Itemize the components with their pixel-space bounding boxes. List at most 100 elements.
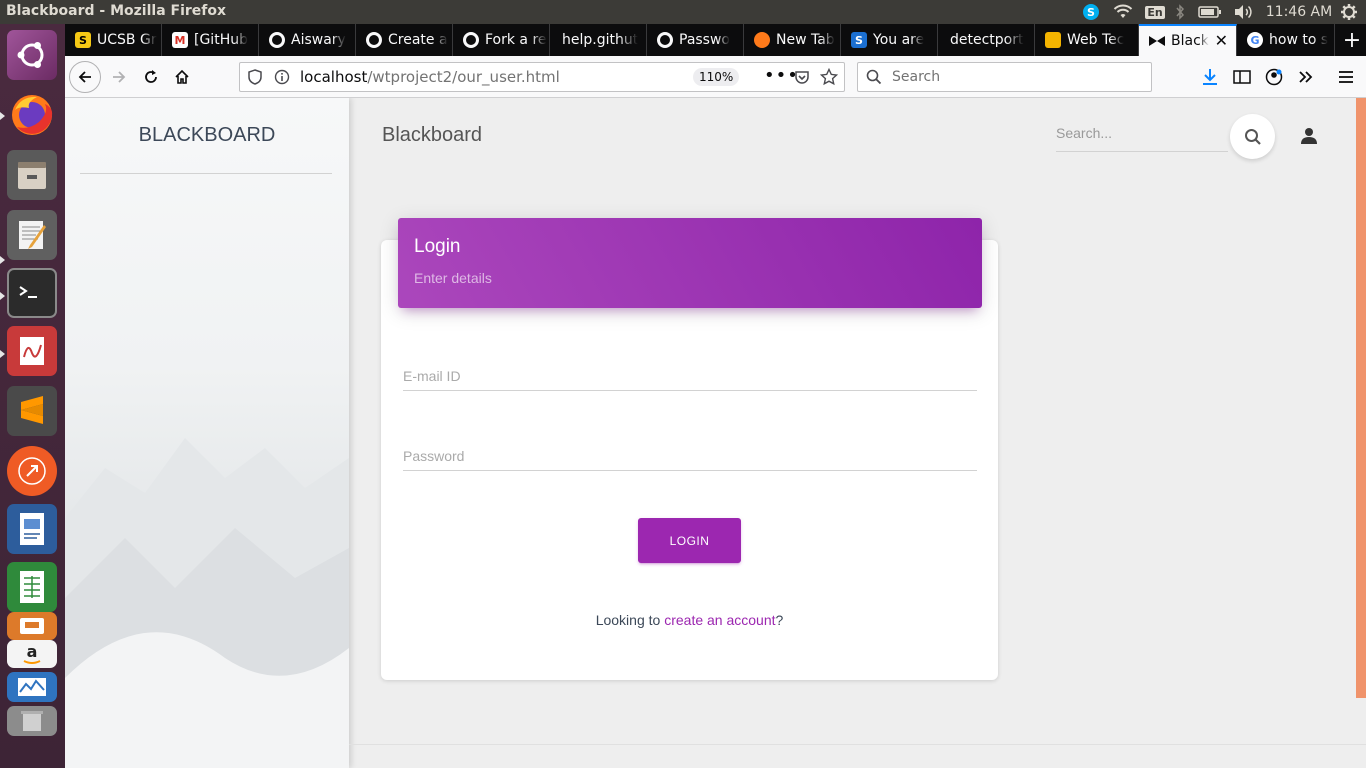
slides-icon	[1045, 32, 1061, 48]
back-button[interactable]	[69, 61, 101, 93]
sidebar-divider	[80, 173, 332, 174]
sidebar-brand[interactable]: BLACKBOARD	[65, 124, 349, 147]
tab[interactable]: S UCSB Gr	[65, 24, 162, 56]
sidebar: BLACKBOARD	[65, 98, 349, 768]
navbar-title[interactable]: Blackboard	[382, 124, 482, 147]
search-icon	[1244, 128, 1261, 145]
svg-text:a: a	[27, 642, 38, 661]
tab[interactable]: Passwo	[647, 24, 744, 56]
tab[interactable]: Aiswary	[259, 24, 356, 56]
browser-search-bar[interactable]: Search	[857, 62, 1152, 92]
window-title: Blackboard - Mozilla Firefox	[6, 3, 227, 19]
firefox-icon	[754, 32, 770, 48]
libreoffice-calc-icon[interactable]	[7, 562, 57, 612]
document-viewer-icon[interactable]	[7, 326, 57, 376]
bow-icon	[1149, 33, 1165, 49]
tab-strip: S UCSB Gr M [GitHub Aiswary Create a For…	[65, 24, 1366, 56]
s-favicon-icon: S	[851, 32, 867, 48]
forward-button[interactable]	[103, 61, 135, 93]
running-indicator	[0, 292, 5, 300]
new-tab-button[interactable]: +	[1338, 24, 1366, 56]
github-icon	[463, 32, 479, 48]
github-icon	[269, 32, 285, 48]
volume-icon[interactable]	[1232, 0, 1254, 24]
software-center-icon[interactable]	[7, 612, 57, 640]
login-button[interactable]: LOGIN	[638, 518, 741, 563]
text-editor-icon[interactable]	[7, 210, 57, 260]
tracking-shield-icon[interactable]	[248, 69, 262, 89]
downloads-icon[interactable]	[1199, 66, 1221, 88]
amazon-icon[interactable]: a	[7, 640, 57, 668]
google-icon: G	[1247, 32, 1263, 48]
page-search-input[interactable]	[1056, 118, 1228, 148]
keyboard-layout-indicator[interactable]: En	[1145, 0, 1165, 24]
tab[interactable]: S You are	[841, 24, 938, 56]
overflow-chevron-icon[interactable]	[1295, 66, 1317, 88]
system-top-panel: Blackboard - Mozilla Firefox S En 11:46 …	[0, 0, 1366, 24]
running-indicator	[0, 350, 5, 358]
person-icon	[1301, 128, 1317, 144]
tab[interactable]: Create a	[356, 24, 453, 56]
ubuntu-dash-icon[interactable]	[7, 30, 57, 80]
close-tab-icon[interactable]: ✕	[1215, 33, 1228, 49]
tab-active[interactable]: Black ✕	[1139, 24, 1237, 56]
password-input[interactable]	[403, 435, 977, 469]
search-placeholder: Search	[892, 69, 941, 85]
account-icon[interactable]	[1263, 66, 1285, 88]
skype-icon[interactable]: S	[1080, 0, 1102, 24]
user-profile-button[interactable]	[1297, 124, 1321, 148]
password-field[interactable]	[403, 435, 977, 471]
clock[interactable]: 11:46 AM	[1264, 0, 1334, 24]
zoom-level-badge[interactable]: 110%	[693, 68, 740, 86]
web-page: BLACKBOARD Blackboard Login Enter detail…	[65, 98, 1366, 768]
site-info-icon[interactable]	[274, 69, 290, 89]
create-account-link[interactable]: create an account	[664, 612, 775, 628]
login-subtitle: Enter details	[414, 270, 492, 286]
system-monitor-icon[interactable]	[7, 672, 57, 702]
trash-icon[interactable]	[7, 706, 57, 736]
tab[interactable]: help.githut	[550, 24, 647, 56]
github-icon	[366, 32, 382, 48]
tab[interactable]: New Tab	[744, 24, 841, 56]
tab[interactable]: Fork a re	[453, 24, 550, 56]
libreoffice-impress-icon[interactable]	[7, 504, 57, 554]
email-field[interactable]	[403, 355, 977, 391]
tab[interactable]: G how to s	[1237, 24, 1335, 56]
firefox-icon[interactable]	[7, 90, 57, 140]
page-search-field[interactable]	[1056, 118, 1228, 152]
gmail-icon: M	[172, 32, 188, 48]
scrollbar-accent	[1356, 98, 1366, 698]
tab[interactable]: M [GitHub	[162, 24, 259, 56]
tab[interactable]: detectport	[938, 24, 1035, 56]
wifi-icon[interactable]	[1112, 0, 1134, 24]
home-button[interactable]	[166, 61, 198, 93]
running-indicator	[0, 112, 5, 120]
url-text[interactable]: localhost/wtproject2/our_user.html	[300, 68, 560, 86]
library-sidebar-icon[interactable]	[1231, 66, 1253, 88]
bookmark-star-icon[interactable]	[819, 67, 839, 90]
yellow-favicon-icon: S	[75, 32, 91, 48]
login-title: Login	[414, 236, 461, 257]
bluetooth-icon[interactable]	[1172, 0, 1188, 24]
system-gear-icon[interactable]	[1338, 0, 1360, 24]
svg-text:S: S	[1087, 6, 1095, 19]
files-icon[interactable]	[7, 150, 57, 200]
sidebar-background-image	[65, 438, 349, 768]
hamburger-menu-icon[interactable]	[1335, 66, 1357, 88]
sublime-text-icon[interactable]	[7, 386, 57, 436]
terminal-icon[interactable]	[7, 268, 57, 318]
url-bar[interactable]: localhost/wtproject2/our_user.html 110% …	[239, 62, 845, 92]
battery-icon[interactable]	[1197, 0, 1223, 24]
reload-button[interactable]	[135, 61, 167, 93]
ubuntu-launcher: a	[0, 24, 65, 768]
running-indicator	[0, 256, 5, 264]
signup-prompt: Looking to create an account?	[595, 612, 784, 628]
search-icon	[866, 69, 882, 89]
navigation-toolbar: localhost/wtproject2/our_user.html 110% …	[65, 56, 1366, 98]
postman-icon[interactable]	[7, 446, 57, 496]
page-search-button[interactable]	[1230, 114, 1275, 159]
email-input[interactable]	[403, 355, 977, 389]
tab[interactable]: Web Tec	[1035, 24, 1139, 56]
footer-divider	[349, 744, 1366, 745]
pocket-icon[interactable]	[794, 69, 810, 89]
